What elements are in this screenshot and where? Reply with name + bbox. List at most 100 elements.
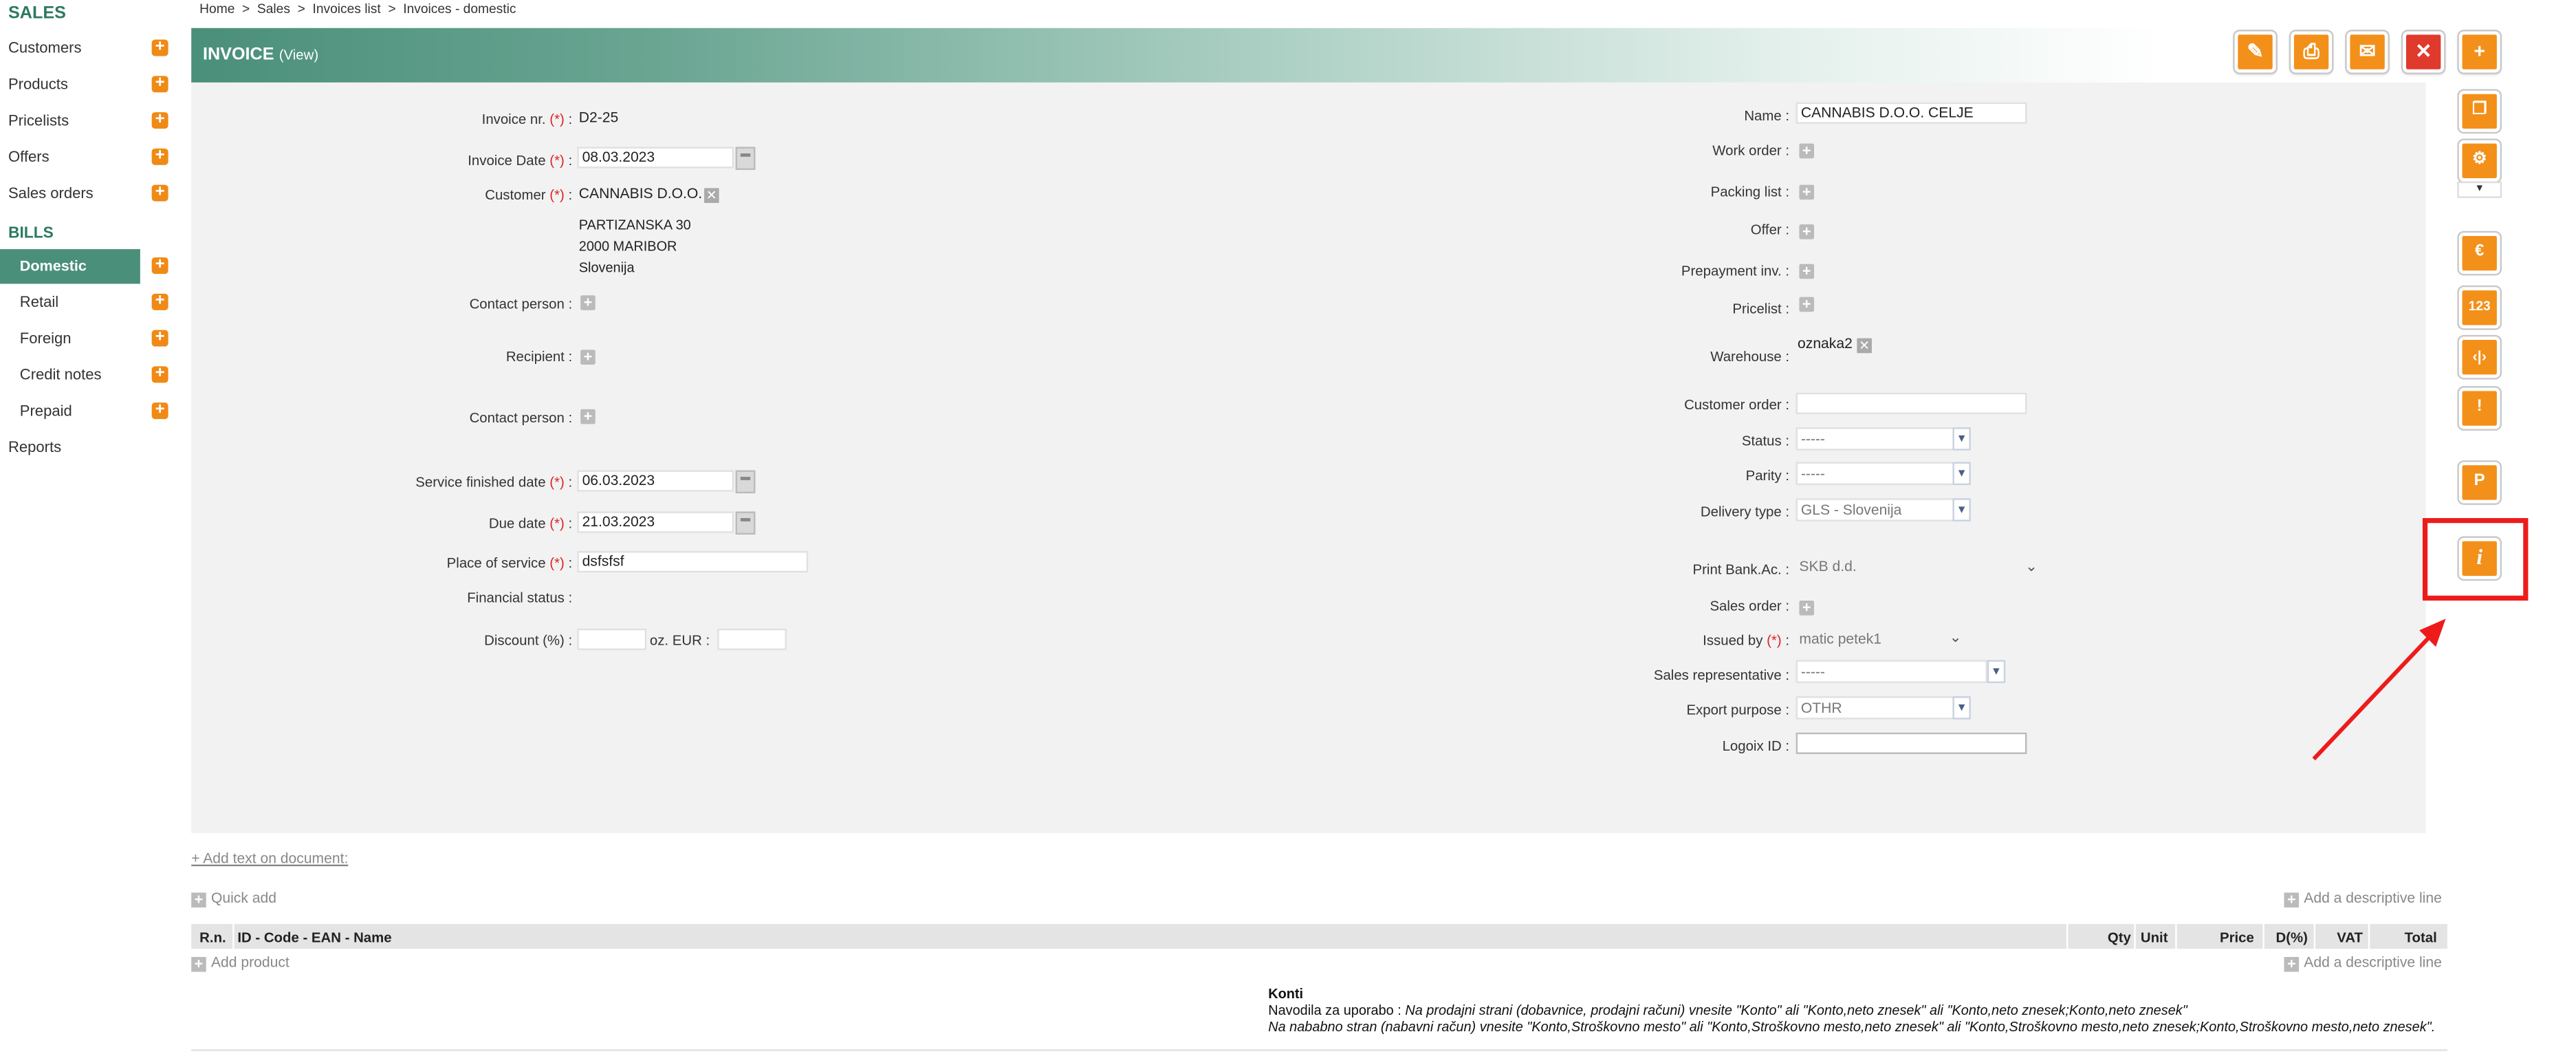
sidebar-item-pricelists[interactable]: Pricelists — [8, 112, 69, 129]
add-prepayment-icon[interactable]: + — [1799, 264, 1815, 279]
chevron-down-icon[interactable]: ⌄ — [2025, 558, 2038, 576]
email-button[interactable]: ✉ — [2346, 31, 2388, 73]
chevron-down-icon[interactable]: ▾ — [1952, 498, 1971, 521]
numbers-button[interactable]: 123 — [2458, 287, 2500, 329]
due-date-input[interactable]: 21.03.2023 — [577, 511, 734, 533]
add-pricelist-link-icon[interactable]: + — [1799, 296, 1815, 312]
calendar-icon[interactable] — [735, 147, 756, 171]
print-bank-label: Print Bank.Ac. : — [1692, 561, 1790, 578]
breadcrumb-separator: > — [242, 1, 250, 17]
add-descriptive-line-link[interactable]: + Add a descriptive line — [2284, 890, 2442, 908]
sidebar-item-products[interactable]: Products — [8, 76, 68, 92]
chevron-down-icon[interactable]: ⌄ — [1950, 629, 1962, 647]
add-credit-note-icon[interactable]: + — [151, 365, 168, 383]
required-mark: (*) — [1767, 632, 1782, 649]
euro-button[interactable]: € — [2458, 233, 2500, 275]
breadcrumb-sales[interactable]: Sales — [257, 1, 290, 17]
invoice-date-input[interactable]: 08.03.2023 — [577, 147, 734, 169]
sidebar-item-offers[interactable]: Offers — [8, 149, 50, 165]
discount-eur-input[interactable] — [717, 628, 787, 650]
packing-list-label: Packing list : — [1710, 183, 1790, 200]
customer-address-city: 2000 MARIBOR — [578, 237, 677, 255]
add-contact-person-2-icon[interactable]: + — [580, 409, 596, 424]
add-foreign-icon[interactable]: + — [151, 329, 168, 347]
add-recipient-icon[interactable]: + — [580, 349, 596, 365]
label-text: Place of service — [446, 554, 546, 571]
settings-button[interactable]: ⚙ — [2458, 140, 2500, 182]
export-purpose-label: Export purpose : — [1686, 701, 1790, 718]
quick-add-label: Quick add — [210, 889, 276, 906]
quick-add-link[interactable]: + Quick add — [191, 889, 276, 908]
sidebar-item-retail[interactable]: Retail — [20, 294, 58, 310]
export-purpose-select[interactable]: OTHR — [1795, 696, 1954, 720]
add-descriptive-line-link-2[interactable]: + Add a descriptive line — [2284, 954, 2442, 972]
chevron-down-icon[interactable]: ▾ — [1952, 427, 1971, 451]
sales-rep-select[interactable]: ----- — [1795, 660, 1987, 683]
warning-button[interactable]: ! — [2458, 387, 2500, 429]
breadcrumb-home[interactable]: Home — [199, 1, 234, 17]
copy-button[interactable]: ❐ — [2458, 90, 2500, 132]
page-header: INVOICE (View) — [191, 28, 2509, 83]
sidebar-item-credit-notes[interactable]: Credit notes — [20, 366, 102, 383]
place-of-service-input[interactable]: dsfsfsf — [577, 550, 809, 573]
highlight-box — [2422, 518, 2529, 601]
print-button[interactable]: ⎙ — [2291, 31, 2333, 73]
logoix-input[interactable] — [1795, 732, 2027, 754]
remove-customer-icon[interactable]: ✕ — [704, 188, 719, 203]
konti-instructions: Konti Navodila za uporabo : Na prodajni … — [1268, 985, 2435, 1035]
name-input[interactable]: CANNABIS D.O.O. CELJE — [1795, 102, 2027, 124]
pricelist-label: Pricelist : — [1732, 300, 1790, 317]
parity-label: Parity : — [1745, 466, 1790, 484]
financial-status-label: Financial status : — [467, 589, 573, 606]
settings-dropdown-arrow[interactable]: ▾ — [2457, 181, 2502, 198]
chevron-down-icon[interactable]: ▾ — [1952, 462, 1971, 486]
calendar-icon[interactable] — [735, 470, 756, 494]
calendar-icon[interactable] — [735, 511, 756, 535]
issued-by-select[interactable]: matic petek1 — [1795, 628, 1969, 652]
add-button[interactable]: + — [2458, 31, 2500, 73]
discount-percent-input[interactable] — [577, 628, 647, 650]
service-finished-date-input[interactable]: 06.03.2023 — [577, 470, 734, 492]
required-mark: (*) — [549, 554, 565, 571]
remove-warehouse-icon[interactable]: ✕ — [1857, 338, 1872, 354]
sidebar-item-customers[interactable]: Customers — [8, 40, 82, 56]
status-label: Status : — [1741, 432, 1790, 449]
contact-person-label: Contact person : — [469, 295, 573, 312]
add-offer-icon[interactable]: + — [151, 148, 168, 165]
add-product-label: Add product — [210, 954, 290, 971]
sidebar-item-prepaid[interactable]: Prepaid — [20, 402, 72, 419]
add-sales-order-icon[interactable]: + — [151, 184, 168, 202]
chevron-down-icon[interactable]: ▾ — [1987, 660, 2006, 683]
add-text-link[interactable]: + Add text on document: — [191, 850, 348, 866]
sidebar-item-sales-orders[interactable]: Sales orders — [8, 185, 94, 202]
add-icon: + — [2474, 39, 2486, 63]
delete-button[interactable]: ✕ — [2403, 31, 2445, 73]
add-customer-icon[interactable]: + — [151, 39, 168, 56]
sidebar-item-foreign[interactable]: Foreign — [20, 330, 72, 347]
breadcrumb-invoices-list[interactable]: Invoices list — [312, 1, 380, 17]
warehouse-value: oznaka2 — [1798, 334, 1853, 352]
add-product-icon[interactable]: + — [151, 75, 168, 93]
delivery-type-select[interactable]: GLS - Slovenija — [1795, 498, 1954, 521]
sidebar-item-domestic[interactable]: Domestic — [0, 249, 140, 284]
add-offer-link-icon[interactable]: + — [1799, 224, 1815, 239]
customer-order-input[interactable] — [1795, 392, 2027, 414]
p-button[interactable]: P — [2458, 462, 2500, 504]
add-contact-person-icon[interactable]: + — [580, 294, 596, 310]
add-retail-icon[interactable]: + — [151, 293, 168, 310]
status-select[interactable]: ----- — [1795, 427, 1954, 451]
parity-select[interactable]: ----- — [1795, 462, 1954, 486]
split-button[interactable]: ‹|› — [2458, 336, 2500, 378]
label-text: Invoice Date — [468, 151, 546, 169]
add-prepaid-icon[interactable]: + — [151, 402, 168, 420]
add-product-link[interactable]: + Add product — [191, 954, 290, 972]
add-sales-order-link-icon[interactable]: + — [1799, 600, 1815, 616]
chevron-down-icon[interactable]: ▾ — [1952, 696, 1971, 720]
add-packing-list-icon[interactable]: + — [1799, 184, 1815, 200]
add-pricelist-icon[interactable]: + — [151, 111, 168, 129]
print-bank-select[interactable]: SKB d.d. — [1795, 556, 2047, 579]
add-domestic-icon[interactable]: + — [151, 257, 168, 275]
add-work-order-icon[interactable]: + — [1799, 142, 1815, 159]
sidebar-item-reports[interactable]: Reports — [8, 439, 61, 455]
edit-button[interactable]: ✎ — [2234, 31, 2276, 73]
